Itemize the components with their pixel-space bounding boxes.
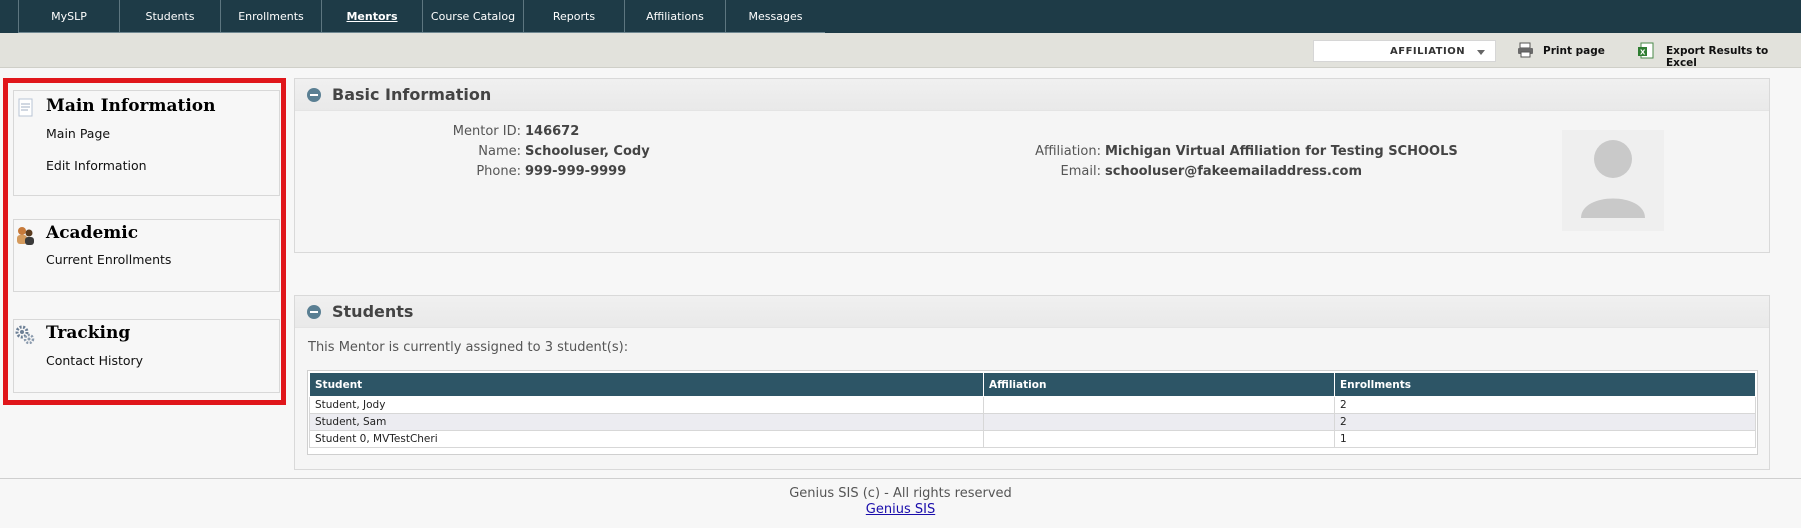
top-navigation: MySLP Students Enrollments Mentors Cours… bbox=[0, 0, 1801, 33]
affiliation-cell bbox=[983, 396, 1335, 414]
svg-text:X: X bbox=[1640, 49, 1646, 57]
gears-icon bbox=[15, 325, 35, 345]
affiliation-filter-select[interactable]: AFFILIATION bbox=[1313, 40, 1496, 62]
table-row[interactable]: Student, Jody 2 bbox=[309, 396, 1756, 414]
mentor-id-label: Mentor ID: bbox=[452, 124, 521, 139]
sidebar-link-current-enrollments[interactable]: Current Enrollments bbox=[46, 252, 171, 267]
footer-copyright: Genius SIS (c) - All rights reserved bbox=[789, 486, 1012, 501]
printer-icon[interactable] bbox=[1517, 42, 1535, 58]
export-excel-button[interactable]: Export Results to Excel bbox=[1666, 45, 1801, 69]
nav-item-course-catalog[interactable]: Course Catalog bbox=[422, 0, 523, 32]
enrollments-cell: 1 bbox=[1334, 430, 1756, 448]
panel-header: Basic Information bbox=[295, 79, 1769, 111]
name-label: Name: bbox=[478, 144, 521, 159]
assigned-count-text: This Mentor is currently assigned to 3 s… bbox=[308, 340, 629, 355]
people-icon bbox=[17, 227, 34, 245]
mentor-id-value: 146672 bbox=[525, 124, 580, 139]
filter-selected-value: AFFILIATION bbox=[1390, 46, 1466, 57]
affiliation-label: Affiliation: bbox=[1035, 144, 1101, 159]
student-name-cell[interactable]: Student, Sam bbox=[309, 413, 984, 431]
chevron-down-icon bbox=[1477, 50, 1485, 55]
sidebar-section-academic: Academic Current Enrollments bbox=[13, 219, 280, 292]
column-header-affiliation[interactable]: Affiliation bbox=[983, 372, 1335, 397]
panel-title-basic-information: Basic Information bbox=[332, 85, 492, 104]
table-header-row: Student Affiliation Enrollments bbox=[309, 372, 1756, 397]
section-heading-main-information: Main Information bbox=[46, 96, 216, 116]
sidebar-link-edit-information[interactable]: Edit Information bbox=[46, 158, 147, 173]
excel-icon[interactable]: X bbox=[1637, 42, 1655, 60]
table-row[interactable]: Student, Sam 2 bbox=[309, 413, 1756, 431]
avatar bbox=[1562, 130, 1664, 231]
toolbar: AFFILIATION Print page X Export Results … bbox=[0, 33, 1801, 69]
sidebar-highlight-frame: Main Information Main Page Edit Informat… bbox=[3, 78, 286, 405]
phone-value: 999-999-9999 bbox=[525, 164, 627, 179]
sidebar-section-tracking: Tracking Contact History bbox=[13, 319, 280, 393]
affiliation-value: Michigan Virtual Affiliation for Testing… bbox=[1105, 144, 1458, 159]
enrollments-cell: 2 bbox=[1334, 396, 1756, 414]
table-row[interactable]: Student 0, MVTestCheri 1 bbox=[309, 430, 1756, 448]
affiliation-cell bbox=[983, 413, 1335, 431]
nav-item-affiliations[interactable]: Affiliations bbox=[624, 0, 725, 32]
enrollments-cell: 2 bbox=[1334, 413, 1756, 431]
document-icon bbox=[18, 98, 33, 117]
nav-item-students[interactable]: Students bbox=[119, 0, 220, 32]
footer-divider bbox=[0, 478, 1801, 479]
nav-item-enrollments[interactable]: Enrollments bbox=[220, 0, 321, 32]
print-page-button[interactable]: Print page bbox=[1543, 45, 1605, 57]
nav-item-myslp[interactable]: MySLP bbox=[18, 0, 119, 32]
footer-genius-sis-link[interactable]: Genius SIS bbox=[866, 502, 935, 517]
mentor-id-row: Mentor ID: 146672 bbox=[420, 124, 580, 139]
column-header-enrollments[interactable]: Enrollments bbox=[1334, 372, 1756, 397]
panel-header: Students bbox=[295, 296, 1769, 328]
sidebar-link-contact-history[interactable]: Contact History bbox=[46, 353, 143, 368]
email-row: Email: schooluser@fakeemailaddress.com bbox=[1000, 164, 1363, 179]
affiliation-cell bbox=[983, 430, 1335, 448]
affiliation-row: Affiliation: Michigan Virtual Affiliation… bbox=[1000, 144, 1458, 159]
section-heading-tracking: Tracking bbox=[46, 323, 131, 343]
nav-item-messages[interactable]: Messages bbox=[725, 0, 825, 32]
phone-row: Phone: 999-999-9999 bbox=[420, 164, 626, 179]
nav-menu: MySLP Students Enrollments Mentors Cours… bbox=[18, 0, 825, 33]
email-label: Email: bbox=[1060, 164, 1101, 179]
student-name-cell[interactable]: Student 0, MVTestCheri bbox=[309, 430, 984, 448]
email-value: schooluser@fakeemailaddress.com bbox=[1105, 164, 1363, 179]
name-value: Schooluser, Cody bbox=[525, 144, 650, 159]
collapse-icon[interactable] bbox=[307, 88, 321, 102]
phone-label: Phone: bbox=[476, 164, 521, 179]
student-name-cell[interactable]: Student, Jody bbox=[309, 396, 984, 414]
collapse-icon[interactable] bbox=[307, 305, 321, 319]
students-table: Student Affiliation Enrollments Student,… bbox=[309, 372, 1756, 448]
nav-item-reports[interactable]: Reports bbox=[523, 0, 624, 32]
column-header-student[interactable]: Student bbox=[309, 372, 984, 397]
sidebar-section-main-information: Main Information Main Page Edit Informat… bbox=[13, 90, 280, 196]
footer-link-container: Genius SIS bbox=[0, 502, 1801, 517]
name-row: Name: Schooluser, Cody bbox=[420, 144, 650, 159]
sidebar-link-main-page[interactable]: Main Page bbox=[46, 126, 110, 141]
panel-title-students: Students bbox=[332, 302, 414, 321]
nav-item-mentors[interactable]: Mentors bbox=[321, 0, 422, 32]
section-heading-academic: Academic bbox=[46, 223, 139, 243]
